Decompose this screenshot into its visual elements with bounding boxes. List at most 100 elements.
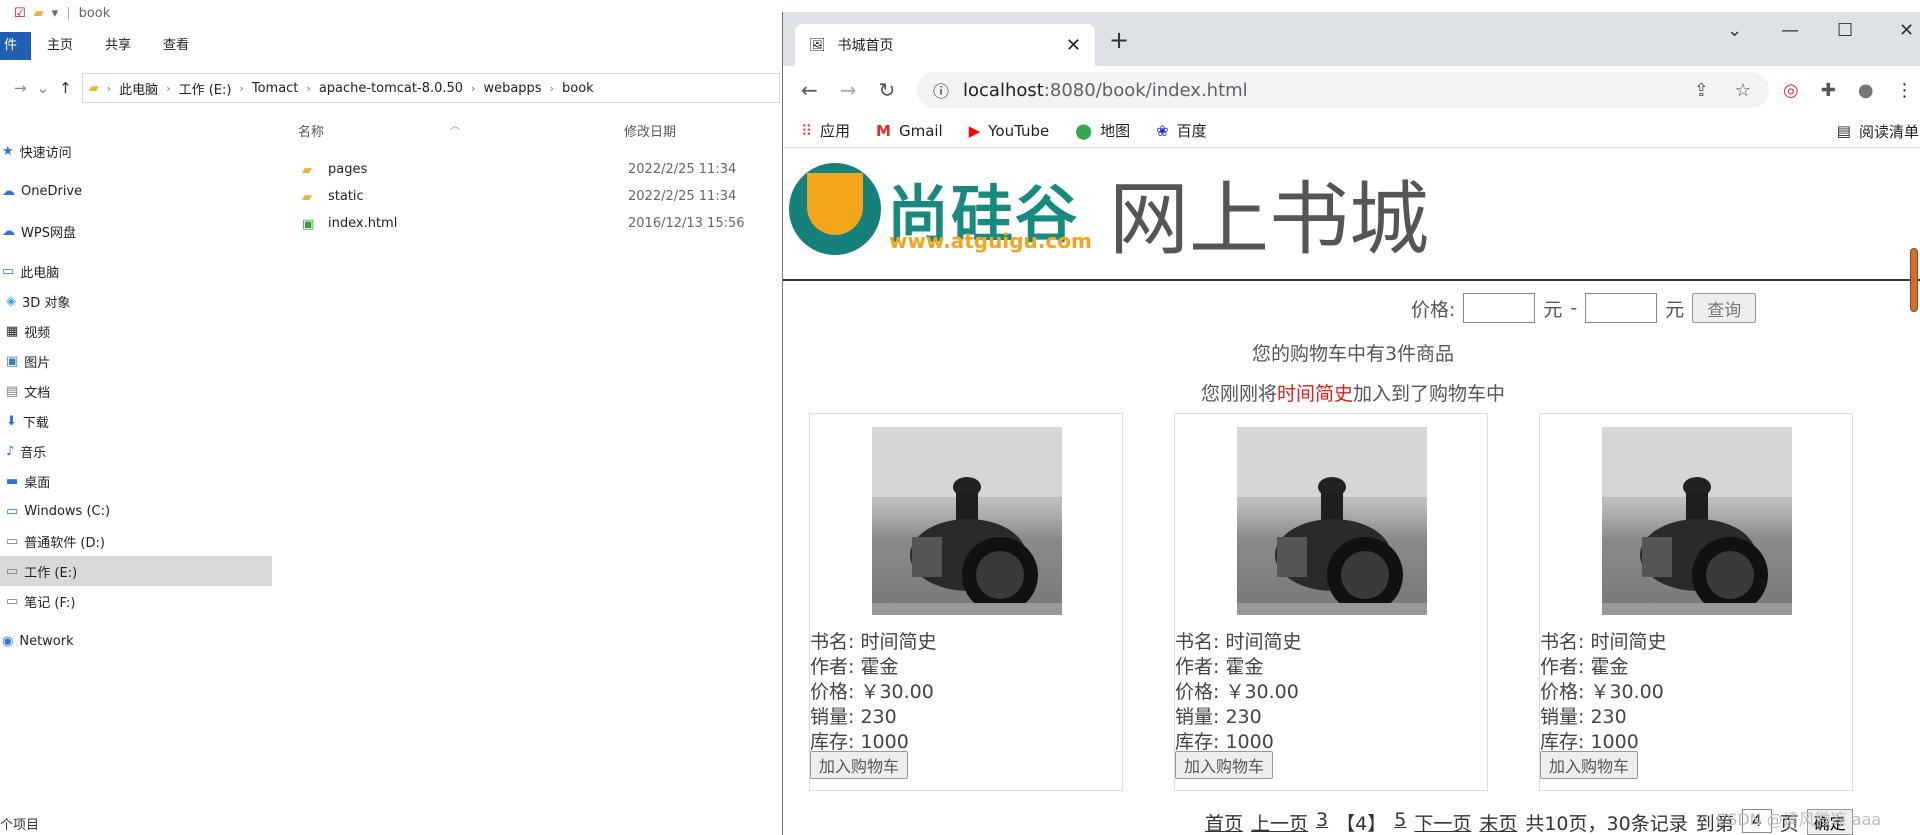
nav-music[interactable]: ♪ 音乐 [0, 436, 272, 466]
reading-list[interactable]: ▤ 阅读清单 [1837, 114, 1920, 148]
pager-current: 【4】 [1336, 813, 1387, 835]
min-price-input[interactable] [1463, 293, 1536, 323]
chevron-right-icon: › [471, 81, 476, 95]
breadcrumb-item[interactable]: webapps [483, 81, 541, 96]
bookmark-apps[interactable]: ⠿ 应用 [801, 120, 850, 141]
book-sales: 销量: 230 [1540, 705, 1666, 730]
nav-videos[interactable]: ▦ 视频 [0, 316, 272, 346]
pager-first[interactable]: 首页 [1205, 809, 1243, 835]
file-row[interactable]: ▰ pages 2022/2/25 11:34 [290, 156, 790, 183]
folder-icon: ▰ [88, 80, 99, 96]
browser-tab[interactable]: 🖼 书城首页 ✕ [795, 24, 1095, 66]
tab-title: 书城首页 [837, 38, 894, 54]
bookmark-label: YouTube [988, 121, 1050, 140]
chevron-right-icon: › [239, 81, 244, 95]
column-header-date[interactable]: 修改日期 [624, 116, 676, 150]
browser-window: 🖼 书城首页 ✕ + ⌄ — ☐ ✕ ← → ↻ ⓘ localhost:808… [782, 12, 1920, 835]
screen: ☑ ▰ ▾ | book 件 主页 共享 查看 → ⌄ ↑ ▰ › 此电脑 › … [0, 0, 1920, 835]
book-card: 书名: 时间简史 作者: 霍金 价格: ￥30.00 销量: 230 库存: 1… [1174, 413, 1488, 791]
scrollbar-thumb[interactable] [1910, 248, 1918, 312]
nav-label: OneDrive [21, 183, 83, 199]
bookmark-maps[interactable]: ⬤ 地图 [1075, 120, 1130, 141]
forward-icon[interactable]: → [14, 79, 27, 97]
book-name: 书名: 时间简史 [1175, 630, 1301, 655]
checkbox-icon[interactable]: ☑ [14, 6, 26, 21]
cart-message: 您刚刚将时间简史加入到了购物车中 [783, 379, 1920, 406]
file-row[interactable]: ▰ static 2022/2/25 11:34 [290, 183, 790, 210]
bookmark-label: 地图 [1100, 122, 1131, 140]
network-icon: ◉ [2, 633, 14, 649]
nav-drive-d[interactable]: ▭ 普通软件 (D:) [0, 526, 272, 556]
nav-network[interactable]: ◉ Network [0, 626, 272, 656]
recent-dropdown-icon[interactable]: ⌄ [37, 79, 50, 97]
nav-drive-f[interactable]: ▭ 笔记 (F:) [0, 586, 272, 616]
breadcrumb-item[interactable]: apache-tomcat-8.0.50 [319, 81, 463, 96]
close-icon[interactable]: ✕ [1066, 35, 1081, 56]
book-author-value: 霍金 [1590, 656, 1629, 678]
forward-icon[interactable]: → [840, 78, 857, 102]
pager-page-5[interactable]: 5 [1394, 809, 1406, 835]
breadcrumb-item[interactable]: 工作 (E:) [179, 79, 232, 98]
chevron-down-icon[interactable]: ⌄ [1727, 20, 1742, 41]
bookmark-star-icon[interactable]: ☆ [1735, 80, 1751, 101]
html-file-icon: ▣ [302, 216, 315, 232]
pager-next[interactable]: 下一页 [1414, 809, 1471, 835]
file-row[interactable]: ▣ index.html 2016/12/13 15:56 [290, 210, 790, 237]
add-to-cart-button[interactable]: 加入购物车 [1540, 751, 1639, 779]
new-tab-button[interactable]: + [1109, 26, 1129, 54]
bookmark-gmail[interactable]: M Gmail [876, 122, 943, 140]
minimize-icon[interactable]: — [1781, 20, 1799, 41]
profile-icon[interactable]: ● [1858, 80, 1874, 101]
address-bar[interactable]: ⓘ localhost:8080/book/index.html ⇪ ☆ [917, 72, 1769, 108]
ribbon-tab-file[interactable]: 件 [0, 32, 32, 60]
share-icon[interactable]: ⇪ [1694, 80, 1709, 101]
menu-icon[interactable]: ⋮ [1896, 80, 1914, 101]
nav-3d-objects[interactable]: ◈ 3D 对象 [0, 286, 272, 316]
add-to-cart-button[interactable]: 加入购物车 [810, 751, 909, 779]
reload-icon[interactable]: ↻ [879, 78, 896, 102]
file-explorer-window: ☑ ▰ ▾ | book 件 主页 共享 查看 → ⌄ ↑ ▰ › 此电脑 › … [0, 0, 790, 835]
bookmark-baidu[interactable]: ❀ 百度 [1156, 120, 1207, 141]
breadcrumb-item[interactable]: Tomact [252, 81, 299, 96]
dropdown-icon[interactable]: ▾ [52, 6, 59, 21]
puzzle-icon[interactable]: ✚ [1821, 80, 1836, 101]
book-card: 书名: 时间简史 作者: 霍金 价格: ￥30.00 销量: 230 库存: 1… [1539, 413, 1853, 791]
back-icon[interactable]: ← [801, 78, 818, 102]
file-date: 2016/12/13 15:56 [628, 216, 745, 231]
close-window-icon[interactable]: ✕ [1899, 20, 1914, 41]
column-header-name[interactable]: 名称 [298, 116, 324, 150]
breadcrumb[interactable]: ▰ › 此电脑 › 工作 (E:) › Tomact › apache-tomc… [81, 73, 780, 103]
pager-prev[interactable]: 上一页 [1251, 809, 1308, 835]
nav-this-pc[interactable]: ▭ 此电脑 [0, 256, 272, 286]
pager-last[interactable]: 末页 [1479, 809, 1517, 835]
chrome-extension-icon[interactable]: ◎ [1783, 80, 1799, 101]
ribbon-tab-view[interactable]: 查看 [147, 32, 205, 60]
nav-desktop[interactable]: ▬ 桌面 [0, 466, 272, 496]
ribbon-tab-home[interactable]: 主页 [31, 32, 89, 60]
nav-wps[interactable]: ☁ WPS网盘 [0, 216, 272, 246]
pager-page-3[interactable]: 3 [1316, 809, 1328, 835]
nav-drive-c[interactable]: ▭ Windows (C:) [0, 496, 272, 526]
up-icon[interactable]: ↑ [59, 79, 72, 97]
nav-onedrive[interactable]: ☁ OneDrive [0, 176, 272, 206]
nav-drive-e[interactable]: ▭ 工作 (E:) [0, 556, 272, 586]
ribbon-tabs: 件 主页 共享 查看 [0, 32, 790, 60]
add-to-cart-button[interactable]: 加入购物车 [1175, 751, 1274, 779]
nav-documents[interactable]: ▤ 文档 [0, 376, 272, 406]
max-price-input[interactable] [1585, 293, 1658, 323]
bookmark-youtube[interactable]: ▶ YouTube [969, 122, 1050, 140]
site-logo[interactable]: 尚硅谷 www.atguigu.com [789, 163, 1092, 255]
nav-downloads[interactable]: ⬇ 下载 [0, 406, 272, 436]
nav-label: WPS网盘 [21, 225, 76, 241]
breadcrumb-item[interactable]: 此电脑 [119, 79, 158, 98]
nav-quick-access[interactable]: ★ 快速访问 [0, 136, 272, 166]
nav-pictures[interactable]: ▣ 图片 [0, 346, 272, 376]
book-info: 书名: 时间简史 作者: 霍金 价格: ￥30.00 销量: 230 库存: 1… [810, 630, 936, 755]
book-stock-value: 1000 [1225, 731, 1274, 753]
breadcrumb-item[interactable]: book [562, 81, 594, 96]
book-price: 价格: ￥30.00 [1540, 680, 1666, 705]
maximize-icon[interactable]: ☐ [1837, 20, 1853, 41]
query-button[interactable]: 查询 [1692, 293, 1757, 323]
ribbon-tab-share[interactable]: 共享 [89, 32, 147, 60]
nav-label: Network [19, 633, 74, 649]
